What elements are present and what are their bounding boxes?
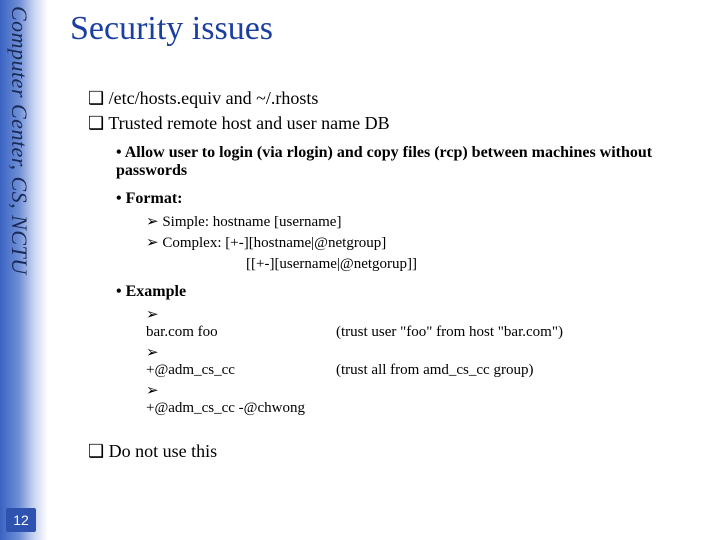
- example-label: Example: [126, 283, 186, 300]
- sub-list: Allow user to login (via rlogin) and cop…: [70, 144, 710, 417]
- list-item: Format: Simple: hostname [username] Comp…: [116, 190, 710, 273]
- list-item: Simple: hostname [username]: [146, 212, 710, 231]
- list-item: bar.com foo (trust user "foo" from host …: [146, 305, 710, 341]
- page-title: Security issues: [70, 10, 710, 48]
- sidebar: Computer Center, CS, NCTU 12: [0, 0, 48, 540]
- sidebar-label: Computer Center, CS, NCTU: [6, 6, 32, 275]
- example-left: bar.com foo: [146, 324, 336, 341]
- format-list: Simple: hostname [username] Complex: [+-…: [116, 212, 710, 252]
- example-right: [336, 400, 710, 417]
- final-list: Do not use this: [70, 441, 710, 462]
- list-item: /etc/hosts.equiv and ~/.rhosts: [88, 88, 710, 109]
- example-right: (trust all from amd_cs_cc group): [336, 362, 710, 379]
- list-item: Trusted remote host and user name DB: [88, 113, 710, 134]
- list-item: +@adm_cs_cc -@chwong: [146, 381, 710, 417]
- list-item: +@adm_cs_cc (trust all from amd_cs_cc gr…: [146, 343, 710, 379]
- complex-line2: [[+-][username|@netgorup]]: [116, 256, 710, 273]
- example-right: (trust user "foo" from host "bar.com"): [336, 324, 710, 341]
- list-item: Do not use this: [88, 441, 710, 462]
- slide: Computer Center, CS, NCTU 12 Security is…: [0, 0, 720, 540]
- list-item: Example bar.com foo (trust user "foo" fr…: [116, 283, 710, 417]
- example-left: +@adm_cs_cc -@chwong: [146, 400, 336, 417]
- format-label: Format:: [126, 190, 183, 207]
- example-list: bar.com foo (trust user "foo" from host …: [116, 305, 710, 417]
- page-number: 12: [6, 508, 36, 532]
- content: Security issues /etc/hosts.equiv and ~/.…: [70, 0, 710, 540]
- top-list: /etc/hosts.equiv and ~/.rhosts Trusted r…: [70, 88, 710, 134]
- list-item: Complex: [+-][hostname|@netgroup]: [146, 233, 710, 252]
- list-item: Allow user to login (via rlogin) and cop…: [116, 144, 710, 180]
- example-left: +@adm_cs_cc: [146, 362, 336, 379]
